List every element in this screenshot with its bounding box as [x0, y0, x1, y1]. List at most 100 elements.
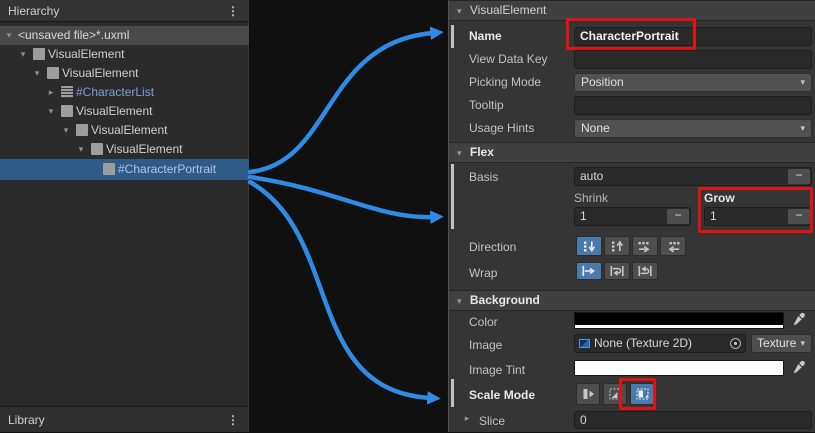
slice-foldout-icon[interactable]: ▸: [461, 413, 473, 424]
visual-element-icon: [76, 124, 88, 136]
grow-label: Grow: [704, 191, 735, 205]
tree-row-visualelement-1[interactable]: ▾ VisualElement: [0, 45, 249, 64]
direction-row-reverse-button[interactable]: [660, 236, 686, 256]
image-type-value: Texture: [757, 336, 796, 350]
expander-icon[interactable]: ▸: [45, 83, 57, 102]
expander-icon[interactable]: ▾: [31, 64, 43, 83]
wrap-label: Wrap: [469, 266, 497, 280]
visual-element-icon: [61, 105, 73, 117]
scale-mode-label: Scale Mode: [469, 388, 535, 402]
basis-input[interactable]: auto −: [574, 167, 812, 186]
tooltip-input[interactable]: [574, 96, 812, 115]
tree-row-visualelement-3[interactable]: ▾ VisualElement: [0, 102, 249, 121]
view-data-key-input[interactable]: [574, 50, 812, 69]
tree-row-label: VisualElement: [106, 140, 183, 159]
picking-mode-dropdown[interactable]: Position ▾: [574, 73, 812, 92]
tree-row-uxml-file[interactable]: ▾ <unsaved file>*.uxml: [0, 26, 249, 45]
section-title: Background: [470, 293, 540, 307]
background-color-swatch[interactable]: [574, 312, 784, 329]
shrink-label: Shrink: [574, 191, 608, 205]
flex-column-icon: [581, 240, 597, 253]
direction-column-reverse-button[interactable]: [604, 236, 630, 256]
wrap-reverse-button[interactable]: [632, 262, 658, 280]
direction-row-button[interactable]: [632, 236, 658, 256]
inspector-panel: ▾ VisualElement Name CharacterPortrait V…: [448, 0, 815, 432]
expander-icon[interactable]: ▾: [45, 102, 57, 121]
hierarchy-header: Hierarchy ⋮: [0, 0, 248, 22]
scale-mode-stretch-button[interactable]: [576, 383, 600, 405]
view-data-key-label: View Data Key: [469, 52, 548, 66]
tree-row-label: #CharacterPortrait: [118, 159, 216, 180]
image-object-value: None (Texture 2D): [594, 336, 692, 350]
tree-row-label: #CharacterList: [76, 83, 154, 102]
tree-row-visualelement-4[interactable]: ▾ VisualElement: [0, 121, 249, 140]
section-header-background[interactable]: ▾ Background: [449, 290, 815, 311]
modified-indicator-bar: [451, 379, 454, 407]
tree-row-label: VisualElement: [76, 102, 153, 121]
slice-label: Slice: [479, 414, 505, 428]
scale-mode-crop-button[interactable]: [603, 383, 627, 405]
basis-value: auto: [580, 169, 603, 183]
foldout-arrow-icon[interactable]: ▾: [457, 2, 462, 21]
shrink-input[interactable]: 1 −: [574, 207, 691, 226]
foldout-arrow-icon[interactable]: ▾: [457, 292, 462, 311]
wrap-icon: [609, 265, 625, 277]
wrap-nowrap-button[interactable]: [576, 262, 602, 280]
image-tint-label: Image Tint: [469, 363, 525, 377]
visual-element-icon: [91, 143, 103, 155]
arrow-to-scale-mode: [250, 182, 430, 398]
expander-icon[interactable]: ▾: [60, 121, 72, 140]
tree-row-label: VisualElement: [62, 64, 139, 83]
usage-hints-dropdown[interactable]: None ▾: [574, 119, 812, 138]
section-header-visualelement[interactable]: ▾ VisualElement: [449, 0, 815, 21]
hierarchy-menu-icon[interactable]: ⋮: [227, 0, 239, 22]
eyedropper-icon[interactable]: [792, 360, 806, 374]
image-object-field[interactable]: None (Texture 2D): [574, 334, 746, 353]
stretch-to-fill-icon: [582, 388, 595, 400]
tree-row-label: VisualElement: [91, 121, 168, 140]
tooltip-label: Tooltip: [469, 98, 504, 112]
tree-row-characterlist[interactable]: ▸ #CharacterList: [0, 83, 249, 102]
direction-label: Direction: [469, 240, 516, 254]
basis-unit-button[interactable]: −: [788, 169, 810, 184]
expander-icon[interactable]: ▾: [75, 140, 87, 159]
library-menu-icon[interactable]: ⋮: [227, 407, 239, 433]
section-title: Flex: [470, 145, 494, 159]
direction-column-button[interactable]: [576, 236, 602, 256]
object-picker-icon[interactable]: [730, 338, 741, 349]
section-header-flex[interactable]: ▾ Flex: [449, 142, 815, 163]
hierarchy-panel: Hierarchy ⋮ ▾ <unsaved file>*.uxml ▾ Vis…: [0, 0, 249, 432]
shrink-value: 1: [580, 209, 587, 223]
shrink-unit-button[interactable]: −: [667, 209, 689, 224]
scale-mode-fit-button[interactable]: [630, 383, 654, 405]
tree-row-visualelement-5[interactable]: ▾ VisualElement: [0, 140, 249, 159]
scale-and-crop-icon: [609, 388, 622, 400]
picking-mode-label: Picking Mode: [469, 75, 541, 89]
wrap-wrap-button[interactable]: [604, 262, 630, 280]
expander-icon[interactable]: ▾: [3, 26, 15, 45]
grow-input[interactable]: 1 −: [704, 207, 812, 226]
section-title: VisualElement: [470, 3, 547, 17]
eyedropper-icon[interactable]: [792, 312, 806, 326]
image-tint-swatch[interactable]: [574, 360, 784, 376]
expander-icon[interactable]: ▾: [17, 45, 29, 64]
wrap-reverse-icon: [637, 265, 653, 277]
visual-element-icon: [33, 48, 45, 60]
nowrap-icon: [581, 265, 597, 277]
flex-row-icon: [637, 240, 653, 253]
name-input[interactable]: CharacterPortrait: [574, 27, 812, 46]
picking-mode-value: Position: [581, 75, 624, 89]
usage-hints-value: None: [581, 121, 610, 135]
tree-row-label: VisualElement: [48, 45, 125, 64]
image-type-dropdown[interactable]: Texture ▾: [751, 334, 812, 353]
slice-input[interactable]: 0: [574, 411, 812, 429]
chevron-down-icon: ▾: [800, 120, 805, 137]
basis-label: Basis: [469, 170, 498, 184]
chevron-down-icon: ▾: [800, 335, 805, 352]
foldout-arrow-icon[interactable]: ▾: [457, 144, 462, 163]
texture-thumbnail-icon: [579, 339, 590, 348]
tree-row-visualelement-2[interactable]: ▾ VisualElement: [0, 64, 249, 83]
tree-row-characterportrait-selected[interactable]: #CharacterPortrait: [0, 159, 249, 180]
grow-unit-button[interactable]: −: [788, 209, 810, 224]
name-label: Name: [469, 29, 502, 43]
